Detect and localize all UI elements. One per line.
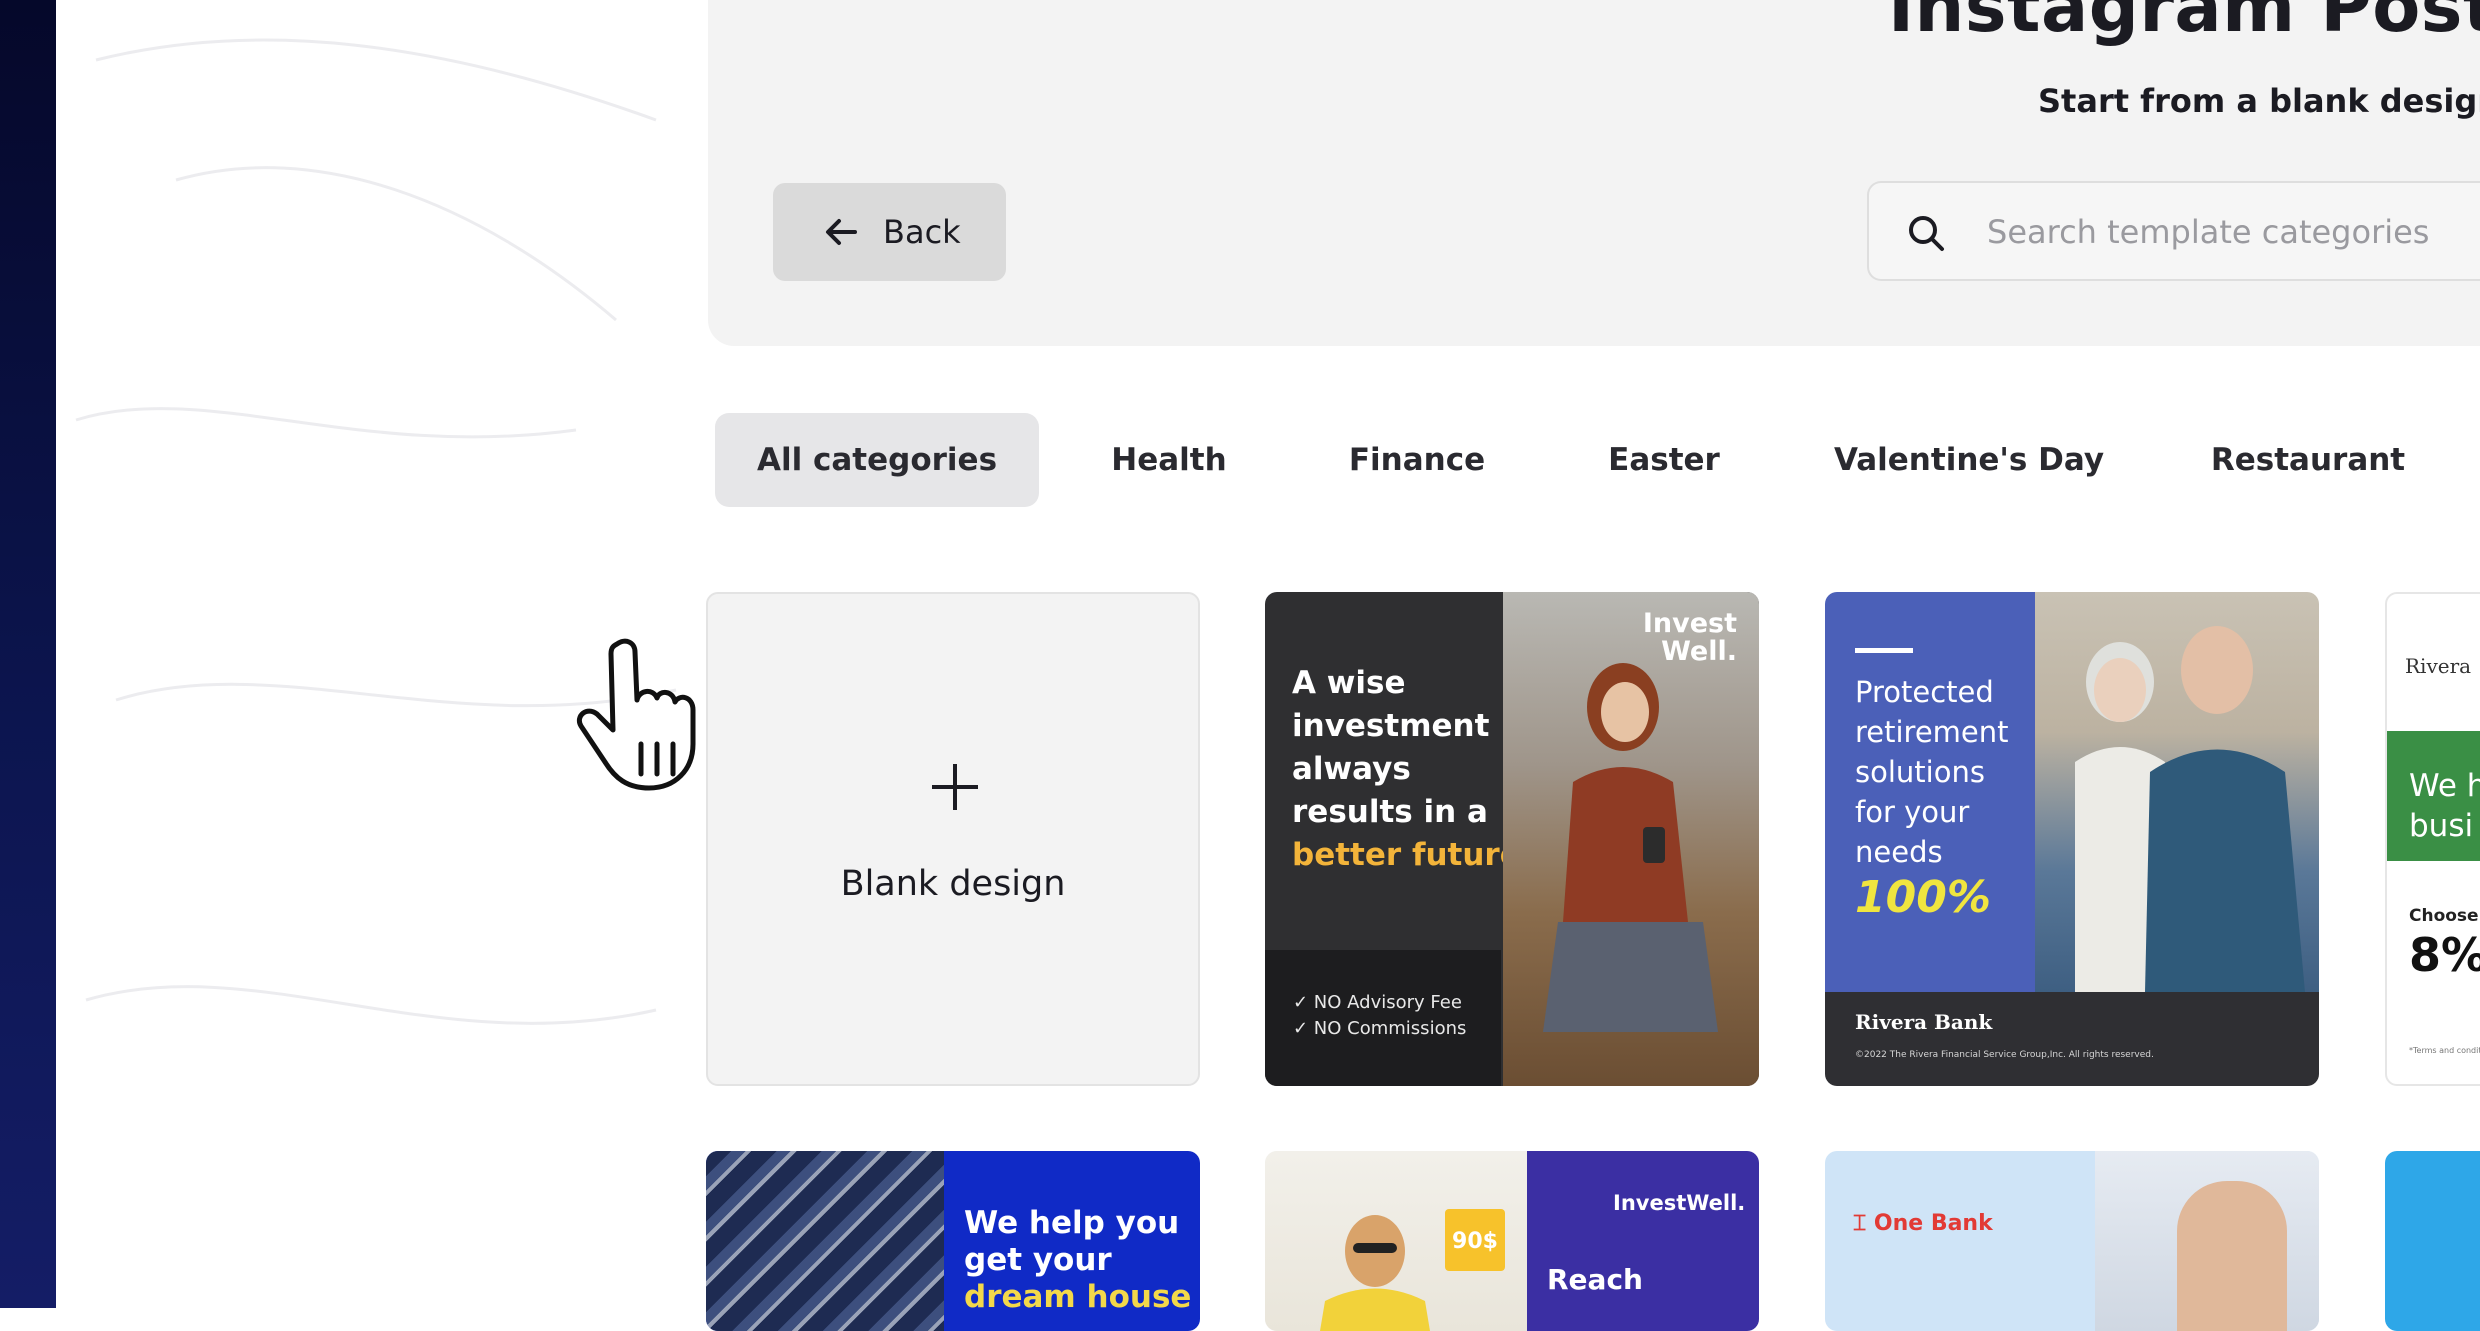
template-photo <box>706 1151 944 1331</box>
headline-line: busi <box>2409 808 2474 844</box>
header-panel <box>708 0 2480 346</box>
one-bank-name: One Bank <box>1873 1211 1993 1236</box>
template-card-rivera-retirement[interactable]: Protected retirement solutions for your … <box>1825 592 2319 1086</box>
template-headline: Protected retirement solutions for your … <box>1855 675 2009 869</box>
template-footer <box>1825 992 2319 1086</box>
template-percent: 100% <box>1855 872 1991 923</box>
one-bank-mark-icon: ⌶ <box>1853 1211 1867 1236</box>
headline-line: get your <box>964 1242 1112 1278</box>
template-card-dream-house[interactable]: We help you get your dream house <box>706 1151 1200 1331</box>
logo-line: Well. <box>1661 636 1737 667</box>
category-all[interactable]: All categories <box>715 413 1039 507</box>
template-headline: We help you get your dream house <box>964 1205 1191 1316</box>
category-restaurant[interactable]: Restaurant <box>2208 413 2408 507</box>
page-title: Instagram Post <box>1888 0 2480 48</box>
logo-line: Invest <box>1642 608 1737 639</box>
template-feature: ✓ NO Advisory Fee <box>1293 992 1462 1013</box>
headline-accent: dream house <box>964 1279 1192 1315</box>
investwell-logo: InvestWell. <box>1613 1191 1746 1215</box>
headline-line: results in a <box>1292 794 1488 830</box>
category-finance[interactable]: Finance <box>1338 413 1496 507</box>
hand-pointer-cursor-icon <box>577 638 696 791</box>
category-easter[interactable]: Easter <box>1600 413 1728 507</box>
template-card-investwell-reach[interactable]: 90$ InvestWell. Reach <box>1265 1151 1759 1331</box>
left-edge-strip <box>0 0 56 1308</box>
template-card-investwell[interactable]: A wise investment always results in a be… <box>1265 592 1759 1086</box>
template-feature: ✓ NO Commissions <box>1293 1018 1467 1039</box>
headline-line: We help you <box>964 1205 1180 1241</box>
template-purple-panel <box>1527 1151 1759 1331</box>
template-headline: A wise investment always results in a be… <box>1292 662 1532 877</box>
price-badge: 90$ <box>1445 1209 1505 1271</box>
template-card-rivera-business[interactable]: Rivera We h busi Choose us 8% *Terms and… <box>2385 592 2480 1086</box>
category-valentines-day[interactable]: Valentine's Day <box>1834 413 2104 507</box>
headline-line: We h <box>2409 768 2480 804</box>
headline-accent: better future <box>1292 837 1521 873</box>
man-figure-illustration <box>2177 1181 2287 1331</box>
one-bank-logo: ⌶ One Bank <box>1853 1211 1993 1236</box>
headline-line: A wise <box>1292 665 1406 701</box>
template-fine-print: *Terms and condition <box>2409 1046 2480 1055</box>
template-card-one-bank[interactable]: ⌶ One Bank <box>1825 1151 2319 1331</box>
template-photo <box>2035 592 2319 992</box>
template-subtext: Choose us <box>2409 906 2480 926</box>
blank-design-label: Blank design <box>840 864 1066 904</box>
headline-line: always <box>1292 751 1411 787</box>
headline-line: investment <box>1292 708 1490 744</box>
search-box[interactable] <box>1867 181 2480 281</box>
category-health[interactable]: Health <box>1100 413 1238 507</box>
search-icon <box>1909 216 1944 251</box>
plus-icon <box>932 764 978 810</box>
template-headline: Reach <box>1547 1263 1643 1296</box>
template-headline: We h busi <box>2409 766 2480 846</box>
rivera-logo: Rivera <box>2405 654 2472 678</box>
investwell-logo: Invest Well. <box>1643 610 1737 666</box>
accent-bar <box>1855 648 1913 653</box>
template-fine-print: ©2022 The Rivera Financial Service Group… <box>1855 1050 2154 1060</box>
category-tabs: All categories Health Finance Easter Val… <box>0 413 2480 507</box>
template-rate: 8% <box>2409 928 2480 982</box>
template-card-partial[interactable] <box>2385 1151 2480 1331</box>
search-input[interactable] <box>1985 183 2480 281</box>
blank-design-card[interactable]: Blank design <box>706 592 1200 1086</box>
page-subtitle: Start from a blank design or <box>2038 82 2480 120</box>
senior-couple-illustration <box>2075 626 2305 992</box>
rivera-bank-logo: Rivera Bank <box>1855 1010 1993 1034</box>
arrow-left-icon <box>826 219 857 245</box>
back-button[interactable]: Back <box>773 183 1006 281</box>
back-button-label: Back <box>883 213 961 251</box>
